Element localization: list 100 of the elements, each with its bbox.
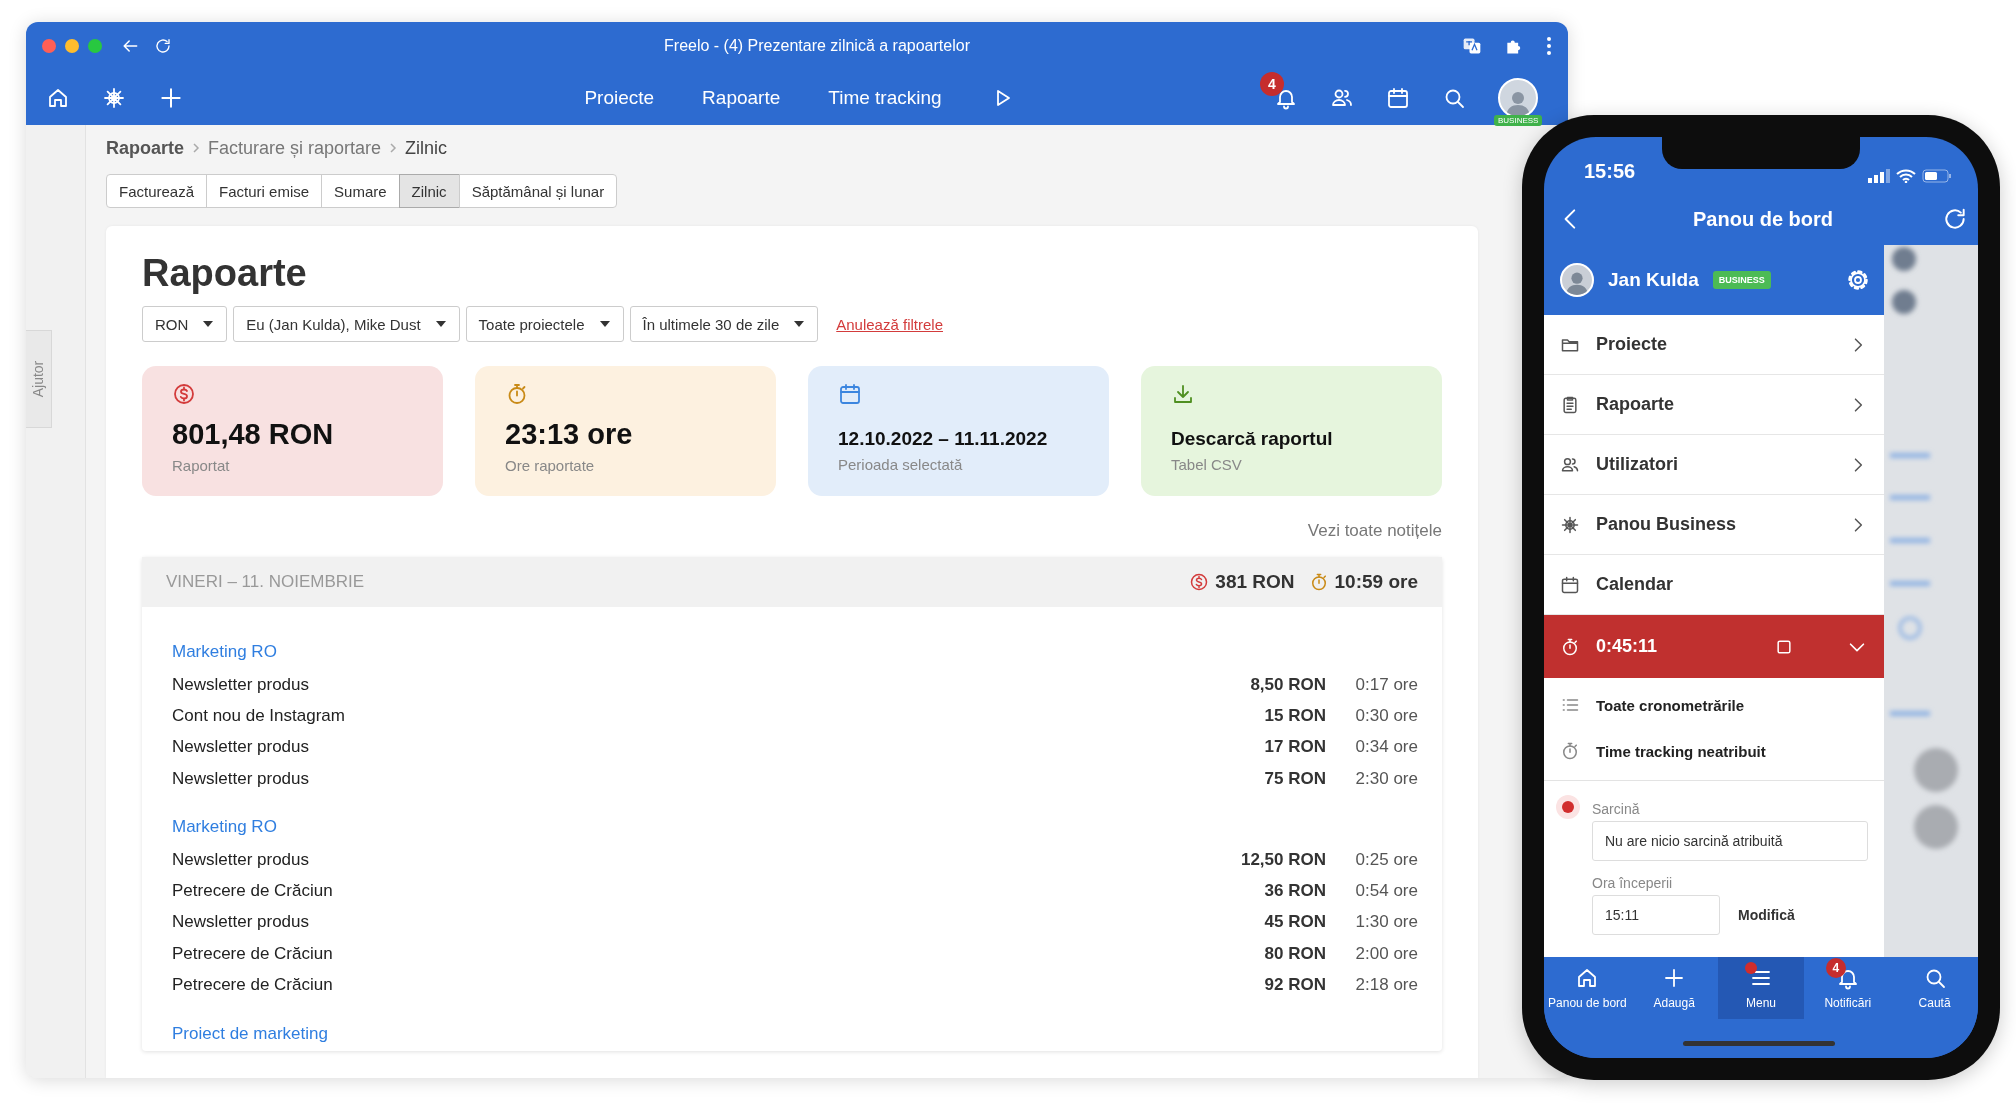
- nav-link[interactable]: Rapoarte: [702, 86, 781, 109]
- stat-value: Descarcă raportul: [1171, 428, 1334, 450]
- tab[interactable]: Sumare: [321, 174, 400, 208]
- stat-value: 23:13 ore: [505, 418, 634, 451]
- filter-dropdown[interactable]: RON: [142, 306, 228, 342]
- filter-dropdown[interactable]: Eu (Jan Kulda), Mike Dust: [233, 306, 460, 342]
- recording-dot-icon: [1556, 795, 1580, 819]
- refresh-icon[interactable]: [1942, 206, 1968, 232]
- start-time-field[interactable]: 15:11: [1592, 895, 1720, 935]
- task-name: Newsletter produs: [172, 849, 310, 870]
- task-field[interactable]: Nu are nicio sarcină atribuită: [1592, 821, 1868, 861]
- tab-bar-item[interactable]: Panou de bord: [1544, 957, 1631, 1019]
- stat-card[interactable]: Descarcă raportul Tabel CSV: [1141, 366, 1442, 496]
- stat-label: Ore raportate: [505, 457, 596, 474]
- tab[interactable]: Săptămânal și lunar: [458, 174, 618, 208]
- screen-title: Panou de bord: [1693, 207, 1833, 231]
- task-name: Petrecere de Crăciun: [172, 943, 334, 964]
- tab-bar-item[interactable]: Adaugă: [1630, 957, 1718, 1019]
- calendar-icon: [1560, 574, 1580, 595]
- timer-value: 0:45:11: [1596, 636, 1659, 657]
- project-link[interactable]: Proiect de marketing: [172, 1023, 328, 1044]
- entry-time: 0:17 ore: [1354, 674, 1418, 695]
- refresh-icon[interactable]: [154, 37, 172, 55]
- entry-time: 0:30 ore: [1354, 705, 1418, 726]
- task-name: Newsletter produs: [172, 737, 310, 758]
- nav-link[interactable]: Time tracking: [828, 86, 942, 109]
- business-badge: BUSINESS: [1494, 114, 1543, 126]
- avatar[interactable]: [1498, 77, 1538, 118]
- modify-button[interactable]: Modifică: [1738, 907, 1795, 923]
- nav-link[interactable]: Proiecte: [584, 86, 655, 109]
- task-name: Newsletter produs: [172, 912, 310, 933]
- notes-link[interactable]: Vezi toate notițele: [1307, 521, 1442, 545]
- task-name: Petrecere de Crăciun: [172, 975, 334, 995]
- clear-filters-link[interactable]: Anulează filtrele: [836, 315, 943, 333]
- day-title: VINERI – 11. NOIEMBRIE: [166, 572, 366, 592]
- tab[interactable]: Facturează: [106, 174, 208, 208]
- entry-amount: 75 RON: [1264, 768, 1326, 789]
- stat-label: Raportat: [172, 457, 231, 474]
- translate-icon[interactable]: [1462, 36, 1482, 56]
- breadcrumb-item[interactable]: Rapoarte: [106, 137, 185, 159]
- dollar-coin-icon: [1189, 572, 1210, 592]
- more-icon[interactable]: [1546, 36, 1552, 56]
- clipboard-icon: [1560, 394, 1580, 415]
- entry-amount: 15 RON: [1264, 705, 1326, 726]
- chevron-right-icon: [192, 142, 201, 154]
- tab[interactable]: Zilnic: [398, 174, 460, 208]
- calendar-icon: [838, 382, 862, 406]
- filter-dropdown[interactable]: Toate proiectele: [465, 306, 624, 342]
- breadcrumb-item[interactable]: Facturare și raportare: [208, 137, 382, 159]
- task-name: Petrecere de Crăciun: [172, 881, 334, 902]
- menu-link[interactable]: Time tracking neatribuit: [1596, 742, 1766, 760]
- stopwatch-icon: [1560, 636, 1580, 657]
- battery-icon: [1922, 169, 1952, 183]
- entry-amount: 12,50 RON: [1240, 849, 1326, 870]
- user-name: Jan Kulda: [1608, 269, 1699, 291]
- wifi-icon: [1896, 169, 1916, 183]
- field-label: Ora începerii: [1592, 875, 1674, 891]
- entry-time: 1:30 ore: [1354, 912, 1418, 933]
- tab[interactable]: Facturi emise: [206, 174, 323, 208]
- total-time: 10:59 ore: [1334, 571, 1418, 593]
- ship-wheel-icon: [1560, 514, 1580, 535]
- calendar-icon[interactable]: [1386, 85, 1410, 110]
- project-link[interactable]: Marketing RO: [172, 817, 277, 838]
- notification-badge: 4: [1260, 71, 1284, 96]
- project-link[interactable]: Marketing RO: [172, 642, 277, 662]
- stat-label: Perioada selectată: [838, 456, 964, 473]
- tab-bar-item[interactable]: Menu: [1717, 957, 1805, 1019]
- avatar: [1560, 263, 1594, 297]
- field-label: Sarcină: [1592, 801, 1641, 817]
- stat-label: Tabel CSV: [1171, 456, 1243, 473]
- tab-bar-item[interactable]: Caută: [1891, 957, 1978, 1019]
- entry-time: 2:00 ore: [1354, 943, 1418, 964]
- page-title: Rapoarte: [142, 251, 308, 296]
- business-badge: BUSINESS: [1712, 271, 1771, 289]
- tab-bar-item[interactable]: 4 Notificări: [1804, 957, 1892, 1019]
- settings-icon[interactable]: [1846, 268, 1870, 292]
- entry-time: 2:18 ore: [1354, 975, 1418, 995]
- stat-value: 12.10.2022 – 11.11.2022: [838, 428, 1049, 450]
- stopwatch-icon: [1560, 741, 1580, 761]
- filter-dropdown[interactable]: În ultimele 30 de zile: [629, 306, 819, 342]
- entry-amount: 45 RON: [1264, 912, 1326, 933]
- entry-amount: 8,50 RON: [1250, 674, 1326, 695]
- minimize-button[interactable]: [65, 39, 79, 53]
- entry-time: 0:34 ore: [1354, 737, 1418, 758]
- total-amount: 381 RON: [1215, 571, 1295, 593]
- menu-link[interactable]: Toate cronometrările: [1596, 696, 1745, 714]
- signal-icon: [1868, 169, 1890, 183]
- stat-value: 801,48 RON: [172, 418, 335, 451]
- task-name: Newsletter produs: [172, 674, 310, 695]
- dollar-coin-icon: [172, 382, 196, 406]
- task-name: Cont nou de Instagram: [172, 705, 346, 726]
- breadcrumb-item: Zilnic: [405, 137, 448, 159]
- download-icon: [1171, 382, 1195, 406]
- entry-time: 0:25 ore: [1354, 849, 1418, 870]
- status-time: 15:56: [1584, 160, 1636, 183]
- notification-badge: 4: [1825, 958, 1846, 978]
- entry-time: 0:54 ore: [1354, 881, 1418, 902]
- entry-amount: 80 RON: [1264, 943, 1326, 964]
- window-title: Freelo - (4) Prezentare zilnică a rapoartelor: [663, 37, 971, 55]
- ship-wheel-icon[interactable]: [102, 85, 126, 110]
